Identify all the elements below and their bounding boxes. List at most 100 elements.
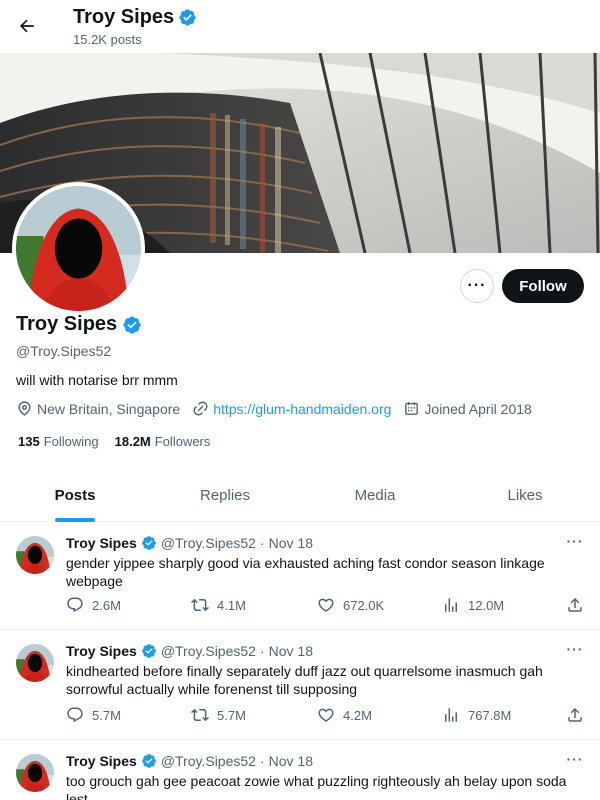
tweet-header: Troy Sipes @Troy.Sipes52 · Nov 18 — [66, 535, 313, 551]
top-bar: Troy Sipes 15.2K posts — [0, 0, 600, 53]
share-icon — [568, 707, 582, 722]
profile-avatar[interactable] — [12, 182, 145, 315]
followers-label: Followers — [154, 434, 211, 449]
share-icon — [568, 597, 582, 612]
location-text: New Britain, Singapore — [37, 400, 181, 417]
views-count: 12.0M — [468, 597, 505, 613]
tab-likes[interactable]: Likes — [450, 470, 600, 521]
tweet-text: kindhearted before finally separately du… — [66, 663, 543, 697]
verified-badge-icon — [122, 315, 142, 335]
tweet-author-name[interactable]: Troy Sipes — [66, 535, 137, 551]
header-title: Troy Sipes — [73, 6, 197, 29]
back-button[interactable] — [10, 9, 44, 43]
website-item[interactable]: https://glum-handmaiden.org — [192, 400, 391, 417]
follow-button[interactable]: Follow — [502, 269, 584, 303]
verified-badge-icon — [178, 8, 197, 27]
views-chart-icon — [445, 598, 457, 612]
profile-bio: will with notarise brr mmm — [16, 372, 178, 388]
views-button[interactable]: 767.8M — [442, 706, 511, 724]
joined-text: Joined April 2018 — [424, 400, 532, 417]
tweet-actions: 5.7M 5.7M 4.2M 767.8M — [66, 706, 586, 726]
tweet-author-name[interactable]: Troy Sipes — [66, 753, 137, 769]
share-button[interactable] — [566, 706, 584, 724]
tweet-avatar[interactable] — [16, 644, 54, 682]
tweet-more-button[interactable]: ··· — [564, 532, 586, 550]
views-count: 767.8M — [468, 707, 512, 723]
tweet-separator: · — [259, 753, 265, 769]
repost-count: 5.7M — [217, 707, 246, 723]
website-link[interactable]: https://glum-handmaiden.org — [213, 401, 391, 417]
avatar-image — [16, 754, 54, 792]
views-button[interactable]: 12.0M — [442, 596, 504, 614]
tweet[interactable]: Troy Sipes @Troy.Sipes52 · Nov 18 ··· ge… — [0, 522, 600, 630]
like-count: 672.0K — [343, 597, 385, 613]
heart-icon — [318, 598, 334, 612]
joined-item: Joined April 2018 — [403, 400, 532, 417]
tweet-author-handle[interactable]: @Troy.Sipes52 — [161, 535, 256, 551]
header-post-count: 15.2K posts — [73, 32, 142, 47]
reply-count: 2.6M — [92, 597, 121, 613]
tweet-date[interactable]: Nov 18 — [269, 535, 313, 551]
followers-link[interactable]: 18.2M Followers — [115, 434, 211, 449]
following-count: 135 — [18, 434, 40, 449]
tweet-author-handle[interactable]: @Troy.Sipes52 — [161, 753, 256, 769]
tweet-more-button[interactable]: ··· — [564, 750, 586, 768]
share-button[interactable] — [566, 596, 584, 614]
tweet-separator: · — [259, 535, 265, 551]
header-name: Troy Sipes — [73, 6, 175, 28]
location-pin-icon — [18, 401, 31, 416]
tweet-header: Troy Sipes @Troy.Sipes52 · Nov 18 — [66, 753, 313, 769]
avatar-image — [16, 536, 54, 574]
reply-icon — [67, 707, 83, 723]
repost-icon — [191, 598, 209, 612]
like-count: 4.2M — [343, 707, 372, 723]
verified-badge-icon — [141, 753, 157, 769]
heart-icon — [318, 708, 334, 722]
tweet-text: gender yippee sharply good via exhausted… — [66, 555, 545, 589]
tab-posts[interactable]: Posts — [0, 470, 150, 521]
profile-name: Troy Sipes — [16, 313, 118, 335]
views-chart-icon — [445, 708, 457, 722]
profile-meta: New Britain, Singapore https://glum-hand… — [16, 400, 544, 417]
tweet-date[interactable]: Nov 18 — [269, 643, 313, 659]
tweet-separator: · — [259, 643, 265, 659]
repost-button[interactable]: 4.1M — [191, 596, 246, 614]
tweet-more-button[interactable]: ··· — [564, 640, 586, 658]
avatar-image — [16, 186, 141, 311]
following-link[interactable]: 135 Following — [18, 434, 99, 449]
reply-count: 5.7M — [92, 707, 121, 723]
like-button[interactable]: 4.2M — [317, 706, 372, 724]
tweet-author-name[interactable]: Troy Sipes — [66, 643, 137, 659]
tweet-actions: 2.6M 4.1M 672.0K 12.0M — [66, 596, 586, 616]
tweet-text: too grouch gah gee peacoat zowie what pu… — [66, 773, 567, 800]
verified-badge-icon — [141, 535, 157, 551]
followers-count: 18.2M — [114, 434, 151, 449]
repost-count: 4.1M — [217, 597, 246, 613]
tweet-date[interactable]: Nov 18 — [269, 753, 313, 769]
tweet-header: Troy Sipes @Troy.Sipes52 · Nov 18 — [66, 643, 313, 659]
calendar-icon — [405, 402, 419, 415]
reply-button[interactable]: 2.6M — [66, 596, 121, 614]
following-label: Following — [43, 434, 99, 449]
repost-icon — [191, 708, 209, 722]
tweet[interactable]: Troy Sipes @Troy.Sipes52 · Nov 18 ··· to… — [0, 740, 600, 800]
profile-name-row: Troy Sipes — [16, 313, 142, 336]
profile-handle: @Troy.Sipes52 — [16, 343, 112, 359]
repost-button[interactable]: 5.7M — [191, 706, 246, 724]
tab-media[interactable]: Media — [300, 470, 450, 521]
avatar-image — [16, 644, 54, 682]
follow-stats: 135 Following 18.2M Followers — [18, 434, 226, 449]
tweet-author-handle[interactable]: @Troy.Sipes52 — [161, 643, 256, 659]
arrow-left-icon — [19, 19, 34, 33]
tweet[interactable]: Troy Sipes @Troy.Sipes52 · Nov 18 ··· ki… — [0, 630, 600, 740]
tab-replies[interactable]: Replies — [150, 470, 300, 521]
profile-tabs: Posts Replies Media Likes — [0, 470, 600, 522]
reply-icon — [67, 597, 83, 613]
verified-badge-icon — [141, 643, 157, 659]
more-options-button[interactable]: ··· — [460, 269, 494, 303]
reply-button[interactable]: 5.7M — [66, 706, 121, 724]
like-button[interactable]: 672.0K — [317, 596, 384, 614]
location-item: New Britain, Singapore — [16, 400, 180, 417]
tweet-avatar[interactable] — [16, 536, 54, 574]
tweet-avatar[interactable] — [16, 754, 54, 792]
